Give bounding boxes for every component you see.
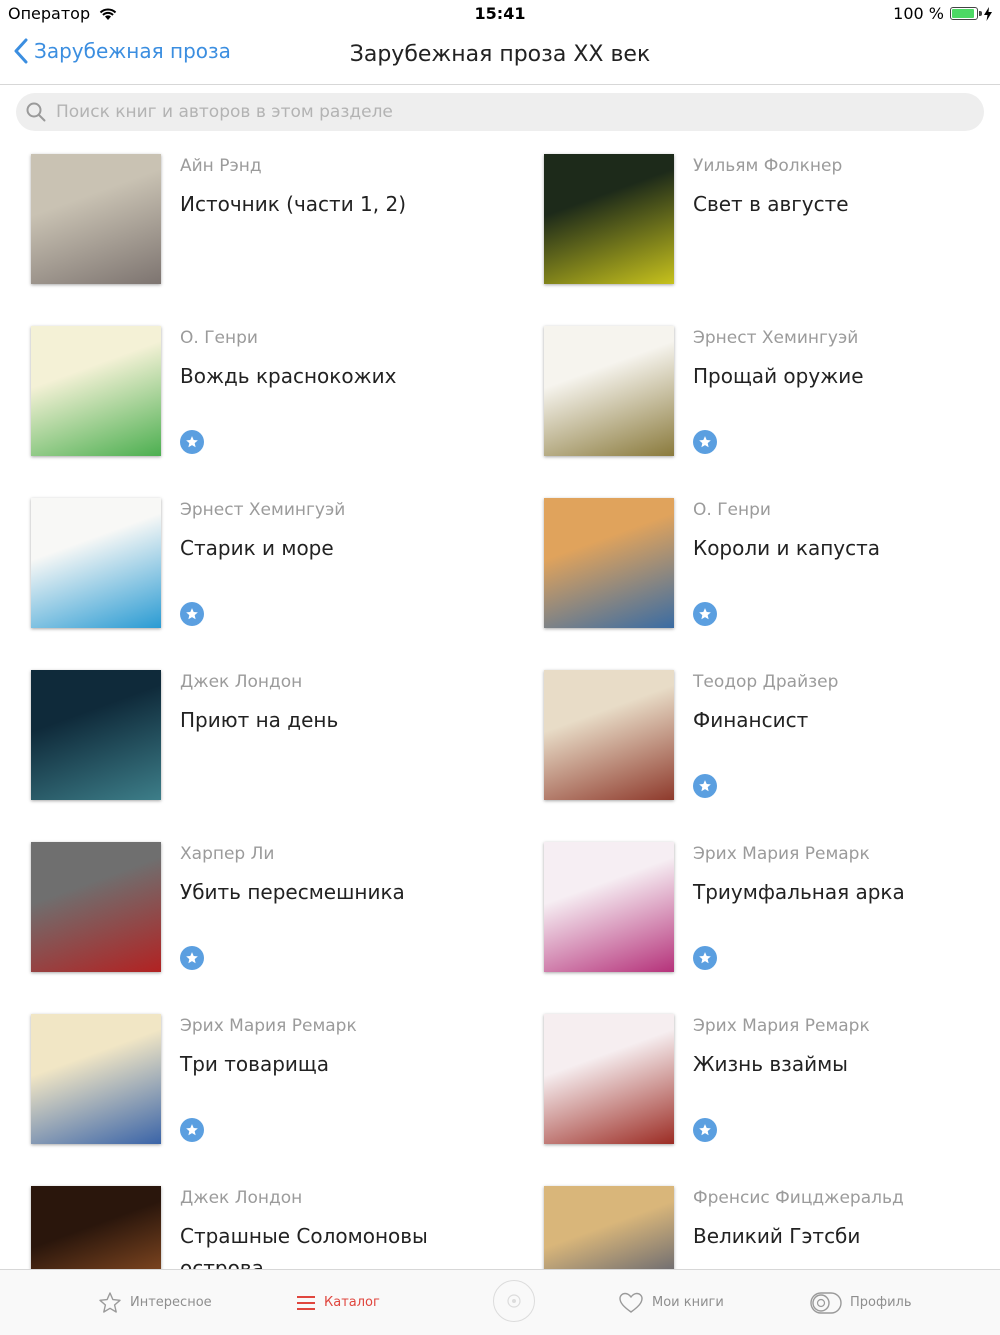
star-badge-icon [693,774,717,798]
book-title: Свет в августе [693,192,849,216]
tab-my-books[interactable]: Мои книги [618,1270,724,1335]
book-title: Великий Гэтсби [693,1224,861,1248]
tab-interesting-label: Интересное [130,1295,212,1310]
book-item[interactable]: О. Генри Короли и капуста [544,484,1000,634]
book-cover[interactable] [31,1014,161,1144]
book-title: Убить пересмешника [180,880,405,904]
status-time: 15:41 [474,4,526,23]
book-title: Финансист [693,708,809,732]
book-title: Короли и капуста [693,536,881,560]
book-item[interactable]: Теодор Драйзер Финансист [544,656,1000,806]
book-cover[interactable] [544,154,674,284]
book-item[interactable]: Эрнест Хемингуэй Прощай оружие [544,312,1000,462]
tab-interesting[interactable]: Интересное [98,1270,212,1335]
book-item[interactable]: Эрих Мария Ремарк Три товарища [31,1000,511,1150]
book-item[interactable]: Уильям Фолкнер Свет в августе [544,140,1000,290]
book-cover[interactable] [31,1186,161,1269]
tab-catalog-label: Каталог [324,1295,380,1310]
star-badge-icon [180,430,204,454]
star-badge-icon [693,430,717,454]
search-icon [26,102,46,122]
book-author: Эрнест Хемингуэй [693,328,859,348]
book-author: Эрих Мария Ремарк [180,1016,357,1036]
status-right: 100 % [893,4,992,23]
book-title: Три товарища [180,1052,329,1076]
profile-toggle-icon [810,1291,842,1314]
book-title: Триумфальная арка [693,880,905,904]
charging-bolt-icon [984,6,992,21]
book-cover[interactable] [31,670,161,800]
book-author: Эрих Мария Ремарк [693,844,870,864]
book-cover[interactable] [31,326,161,456]
book-title: Вождь краснокожих [180,364,397,388]
book-cover[interactable] [31,498,161,628]
book-author: Эрих Мария Ремарк [693,1016,870,1036]
book-author: О. Генри [693,500,771,520]
tab-bar: Интересное Каталог Мои книги Профиль [0,1269,1000,1335]
book-title: Приют на день [180,708,339,732]
tab-profile[interactable]: Профиль [810,1270,912,1335]
book-item[interactable]: О. Генри Вождь краснокожих [31,312,511,462]
book-author: Френсис Фицджеральд [693,1188,904,1208]
book-grid: Айн Рэнд Источник (части 1, 2) Уильям Фолк… [0,140,1000,1269]
battery-percent: 100 % [893,4,944,23]
book-cover[interactable] [544,1186,674,1269]
list-icon [297,1295,315,1310]
navigation-bar: Зарубежная проза Зарубежная проза XX век [0,28,1000,85]
book-cover[interactable] [544,326,674,456]
search-bar [16,93,984,131]
book-cover[interactable] [31,842,161,972]
book-title: Прощай оружие [693,364,864,388]
book-item[interactable]: Эрих Мария Ремарк Триумфальная арка [544,828,1000,978]
book-item[interactable]: Айн Рэнд Источник (части 1, 2) [31,140,511,290]
star-outline-icon [99,1291,121,1313]
tab-my-books-label: Мои книги [652,1295,724,1310]
book-title: Страшные Соломоновы острова [180,1224,428,1269]
player-button[interactable] [493,1280,535,1322]
book-cover[interactable] [544,842,674,972]
page-title: Зарубежная проза XX век [349,42,651,67]
book-author: Харпер Ли [180,844,275,864]
book-item[interactable]: Джек Лондон Приют на день [31,656,511,806]
star-badge-icon [693,946,717,970]
player-circle-icon [507,1294,521,1308]
book-cover[interactable] [544,498,674,628]
star-badge-icon [693,1118,717,1142]
book-cover[interactable] [544,1014,674,1144]
search-input[interactable] [54,101,958,123]
tab-catalog[interactable]: Каталог [296,1270,380,1335]
star-badge-icon [180,946,204,970]
book-author: Эрнест Хемингуэй [180,500,346,520]
status-bar: Оператор 15:41 100 % [0,0,1000,28]
book-author: О. Генри [180,328,258,348]
book-author: Джек Лондон [180,672,303,692]
star-badge-icon [180,602,204,626]
book-item[interactable]: Эрих Мария Ремарк Жизнь взаймы [544,1000,1000,1150]
book-author: Джек Лондон [180,1188,303,1208]
book-item[interactable]: Френсис Фицджеральд Великий Гэтсби [544,1172,1000,1269]
battery-icon [950,7,982,20]
book-title: Жизнь взаймы [693,1052,848,1076]
star-badge-icon [693,602,717,626]
book-author: Уильям Фолкнер [693,156,843,176]
book-cover[interactable] [31,154,161,284]
book-cover[interactable] [544,670,674,800]
book-item[interactable]: Харпер Ли Убить пересмешника [31,828,511,978]
tab-profile-label: Профиль [850,1295,912,1310]
book-author: Теодор Драйзер [693,672,839,692]
book-author: Айн Рэнд [180,156,262,176]
book-item[interactable]: Джек Лондон Страшные Соломоновы острова [31,1172,511,1269]
book-item[interactable]: Эрнест Хемингуэй Старик и море [31,484,511,634]
book-title: Источник (части 1, 2) [180,192,407,216]
star-badge-icon [180,1118,204,1142]
book-title: Старик и море [180,536,334,560]
heart-icon [619,1292,643,1313]
